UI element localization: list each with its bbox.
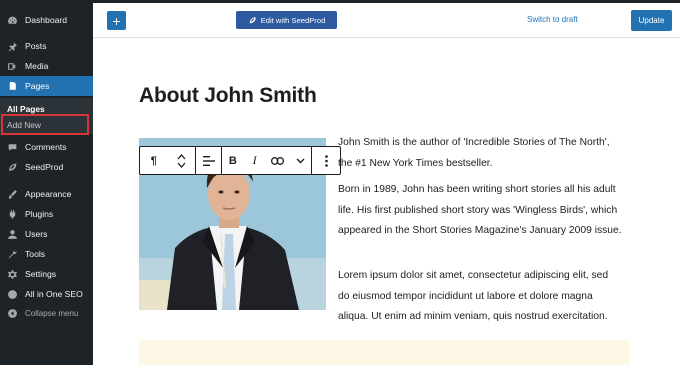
block-toolbar: ¶ B I — [139, 146, 341, 175]
sidebar-item-seedprod[interactable]: SeedProd — [0, 157, 93, 177]
paragraph-lorem[interactable]: Lorem ipsum dolor sit amet, consectetur … — [338, 266, 608, 328]
seedprod-button-label: Edit with SeedProd — [260, 15, 326, 25]
link-icon[interactable] — [266, 147, 290, 174]
dashboard-icon — [5, 13, 19, 27]
paragraph-bio[interactable]: Born in 1989, John has been writing shor… — [338, 180, 622, 242]
sidebar-item-label: Appearance — [25, 189, 72, 199]
update-button[interactable]: Update — [631, 10, 672, 31]
sidebar-item-label: All in One SEO — [25, 289, 83, 299]
plugin-icon — [5, 207, 19, 221]
text-line: do eiusmod tempor incididunt ut labore e… — [338, 290, 593, 302]
collapse-icon — [5, 306, 19, 320]
seo-icon — [5, 287, 19, 301]
sidebar-item-label: Plugins — [25, 209, 54, 219]
text-line: Lorem ipsum dolor sit amet, consectetur … — [338, 270, 609, 281]
sidebar-item-settings[interactable]: Settings — [0, 264, 93, 284]
sidebar-item-tools[interactable]: Tools — [0, 244, 93, 264]
sidebar-item-label: Collapse menu — [25, 308, 79, 318]
sidebar-item-label: Users — [25, 229, 48, 239]
move-updown-icon[interactable] — [168, 147, 196, 174]
sidebar-item-label: Settings — [25, 269, 57, 279]
brush-icon — [5, 187, 19, 201]
paragraph-block-button[interactable]: ¶ — [140, 147, 168, 174]
sidebar-collapse-menu[interactable]: Collapse menu — [0, 303, 93, 323]
editor-top-toolbar — [93, 0, 680, 38]
comment-icon — [5, 140, 19, 154]
align-icon[interactable] — [196, 147, 221, 174]
page-title[interactable]: About John Smith — [139, 84, 317, 108]
settings-icon — [5, 267, 19, 281]
add-block-button[interactable]: + — [107, 11, 126, 30]
text-line: Born in 1989, John has been writing shor… — [338, 184, 616, 195]
pin-icon — [5, 39, 19, 53]
sidebar-item-label: Media — [25, 61, 49, 71]
sidebar-item-media[interactable]: Media — [0, 56, 93, 76]
admin-bar-edge — [93, 0, 680, 3]
paragraph-intro[interactable]: John Smith is the author of 'Incredible … — [338, 133, 610, 174]
sidebar-item-label: Comments — [25, 142, 67, 152]
sidebar-item-label: Dashboard — [25, 15, 68, 25]
sidebar-item-label: Tools — [25, 249, 46, 259]
media-icon — [5, 59, 19, 73]
edit-with-seedprod-button[interactable]: Edit with SeedProd — [236, 11, 337, 29]
italic-button[interactable]: I — [244, 147, 266, 174]
sidebar-item-pages[interactable]: Pages — [0, 76, 93, 96]
chevron-down-icon[interactable] — [289, 147, 311, 174]
highlight-box — [1, 114, 89, 135]
switch-to-draft-link[interactable]: Switch to draft — [527, 15, 578, 24]
wrench-icon — [5, 247, 19, 261]
sidebar-item-label: Pages — [25, 81, 50, 91]
more-options-icon[interactable] — [312, 147, 340, 174]
sidebar-item-label: Posts — [25, 41, 47, 51]
sidebar-item-dashboard[interactable]: Dashboard — [0, 10, 93, 30]
sidebar-item-label: SeedProd — [25, 162, 64, 172]
sidebar-item-users[interactable]: Users — [0, 224, 93, 244]
submenu-all-pages[interactable]: All Pages — [7, 104, 45, 114]
pages-icon — [5, 79, 19, 93]
text-line: the #1 New York Times bestseller. — [338, 157, 493, 169]
text-line: appeared in the Short Stories Magazine's… — [338, 225, 622, 236]
seedprod-icon — [249, 16, 256, 23]
user-icon — [5, 227, 19, 241]
sidebar-item-posts[interactable]: Posts — [0, 36, 93, 56]
seedprod-icon — [5, 160, 19, 174]
text-line: aliqua. Ut enim ad minim veniam, quis no… — [338, 311, 608, 322]
sidebar-item-seo[interactable]: All in One SEO — [0, 284, 93, 304]
text-line: John Smith is the author of 'Incredible … — [338, 137, 610, 148]
sidebar-item-plugins[interactable]: Plugins — [0, 204, 93, 224]
sidebar-item-appearance[interactable]: Appearance — [0, 184, 93, 204]
bold-button[interactable]: B — [222, 147, 244, 174]
highlighted-block[interactable] — [139, 340, 629, 365]
sidebar-item-comments[interactable]: Comments — [0, 137, 93, 157]
text-line: life. His first published short story wa… — [338, 204, 618, 216]
